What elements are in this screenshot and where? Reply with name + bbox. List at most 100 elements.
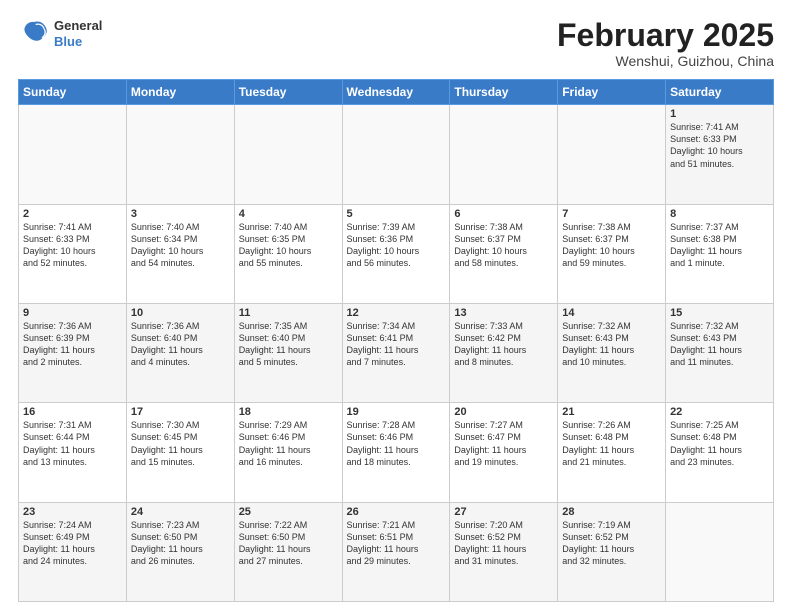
day-cell: 9Sunrise: 7:36 AM Sunset: 6:39 PM Daylig… (19, 303, 127, 402)
day-number: 5 (347, 208, 446, 220)
day-number: 2 (23, 208, 122, 220)
day-number: 26 (347, 506, 446, 518)
day-cell: 27Sunrise: 7:20 AM Sunset: 6:52 PM Dayli… (450, 502, 558, 601)
day-number: 3 (131, 208, 230, 220)
day-info: Sunrise: 7:39 AM Sunset: 6:36 PM Dayligh… (347, 221, 446, 270)
day-cell (450, 105, 558, 204)
day-info: Sunrise: 7:38 AM Sunset: 6:37 PM Dayligh… (454, 221, 553, 270)
day-cell (234, 105, 342, 204)
day-info: Sunrise: 7:41 AM Sunset: 6:33 PM Dayligh… (670, 121, 769, 170)
day-info: Sunrise: 7:40 AM Sunset: 6:34 PM Dayligh… (131, 221, 230, 270)
day-number: 17 (131, 406, 230, 418)
day-info: Sunrise: 7:22 AM Sunset: 6:50 PM Dayligh… (239, 519, 338, 568)
weekday-header-sunday: Sunday (19, 80, 127, 105)
weekday-header-thursday: Thursday (450, 80, 558, 105)
day-cell: 19Sunrise: 7:28 AM Sunset: 6:46 PM Dayli… (342, 403, 450, 502)
logo-line2: Blue (54, 34, 102, 50)
day-info: Sunrise: 7:40 AM Sunset: 6:35 PM Dayligh… (239, 221, 338, 270)
day-cell: 14Sunrise: 7:32 AM Sunset: 6:43 PM Dayli… (558, 303, 666, 402)
day-cell: 2Sunrise: 7:41 AM Sunset: 6:33 PM Daylig… (19, 204, 127, 303)
day-cell: 26Sunrise: 7:21 AM Sunset: 6:51 PM Dayli… (342, 502, 450, 601)
weekday-header-friday: Friday (558, 80, 666, 105)
day-number: 13 (454, 307, 553, 319)
logo-text: General Blue (54, 18, 102, 49)
day-cell: 21Sunrise: 7:26 AM Sunset: 6:48 PM Dayli… (558, 403, 666, 502)
day-info: Sunrise: 7:26 AM Sunset: 6:48 PM Dayligh… (562, 419, 661, 468)
day-info: Sunrise: 7:28 AM Sunset: 6:46 PM Dayligh… (347, 419, 446, 468)
day-number: 27 (454, 506, 553, 518)
weekday-header-tuesday: Tuesday (234, 80, 342, 105)
week-row-3: 16Sunrise: 7:31 AM Sunset: 6:44 PM Dayli… (19, 403, 774, 502)
day-cell: 24Sunrise: 7:23 AM Sunset: 6:50 PM Dayli… (126, 502, 234, 601)
day-cell (666, 502, 774, 601)
logo: General Blue (18, 18, 102, 50)
day-number: 21 (562, 406, 661, 418)
day-cell: 20Sunrise: 7:27 AM Sunset: 6:47 PM Dayli… (450, 403, 558, 502)
page: General Blue February 2025 Wenshui, Guiz… (0, 0, 792, 612)
day-cell: 25Sunrise: 7:22 AM Sunset: 6:50 PM Dayli… (234, 502, 342, 601)
weekday-header-saturday: Saturday (666, 80, 774, 105)
day-info: Sunrise: 7:31 AM Sunset: 6:44 PM Dayligh… (23, 419, 122, 468)
day-number: 4 (239, 208, 338, 220)
day-info: Sunrise: 7:23 AM Sunset: 6:50 PM Dayligh… (131, 519, 230, 568)
weekday-header-row: SundayMondayTuesdayWednesdayThursdayFrid… (19, 80, 774, 105)
day-info: Sunrise: 7:24 AM Sunset: 6:49 PM Dayligh… (23, 519, 122, 568)
month-title: February 2025 (557, 18, 774, 53)
day-number: 24 (131, 506, 230, 518)
day-cell: 13Sunrise: 7:33 AM Sunset: 6:42 PM Dayli… (450, 303, 558, 402)
day-cell: 7Sunrise: 7:38 AM Sunset: 6:37 PM Daylig… (558, 204, 666, 303)
day-number: 8 (670, 208, 769, 220)
day-info: Sunrise: 7:32 AM Sunset: 6:43 PM Dayligh… (562, 320, 661, 369)
day-cell (342, 105, 450, 204)
day-number: 15 (670, 307, 769, 319)
day-cell: 4Sunrise: 7:40 AM Sunset: 6:35 PM Daylig… (234, 204, 342, 303)
day-cell (558, 105, 666, 204)
day-cell: 8Sunrise: 7:37 AM Sunset: 6:38 PM Daylig… (666, 204, 774, 303)
logo-line1: General (54, 18, 102, 34)
day-cell: 1Sunrise: 7:41 AM Sunset: 6:33 PM Daylig… (666, 105, 774, 204)
day-info: Sunrise: 7:36 AM Sunset: 6:40 PM Dayligh… (131, 320, 230, 369)
day-number: 20 (454, 406, 553, 418)
day-number: 9 (23, 307, 122, 319)
day-number: 18 (239, 406, 338, 418)
day-info: Sunrise: 7:33 AM Sunset: 6:42 PM Dayligh… (454, 320, 553, 369)
week-row-1: 2Sunrise: 7:41 AM Sunset: 6:33 PM Daylig… (19, 204, 774, 303)
day-info: Sunrise: 7:20 AM Sunset: 6:52 PM Dayligh… (454, 519, 553, 568)
day-cell: 3Sunrise: 7:40 AM Sunset: 6:34 PM Daylig… (126, 204, 234, 303)
day-cell: 11Sunrise: 7:35 AM Sunset: 6:40 PM Dayli… (234, 303, 342, 402)
day-info: Sunrise: 7:41 AM Sunset: 6:33 PM Dayligh… (23, 221, 122, 270)
day-number: 22 (670, 406, 769, 418)
day-info: Sunrise: 7:19 AM Sunset: 6:52 PM Dayligh… (562, 519, 661, 568)
day-cell: 15Sunrise: 7:32 AM Sunset: 6:43 PM Dayli… (666, 303, 774, 402)
day-info: Sunrise: 7:32 AM Sunset: 6:43 PM Dayligh… (670, 320, 769, 369)
day-number: 16 (23, 406, 122, 418)
day-number: 1 (670, 108, 769, 120)
weekday-header-monday: Monday (126, 80, 234, 105)
day-cell: 17Sunrise: 7:30 AM Sunset: 6:45 PM Dayli… (126, 403, 234, 502)
calendar-table: SundayMondayTuesdayWednesdayThursdayFrid… (18, 79, 774, 602)
header: General Blue February 2025 Wenshui, Guiz… (18, 18, 774, 69)
day-cell: 22Sunrise: 7:25 AM Sunset: 6:48 PM Dayli… (666, 403, 774, 502)
day-number: 25 (239, 506, 338, 518)
day-cell: 6Sunrise: 7:38 AM Sunset: 6:37 PM Daylig… (450, 204, 558, 303)
day-number: 10 (131, 307, 230, 319)
day-info: Sunrise: 7:35 AM Sunset: 6:40 PM Dayligh… (239, 320, 338, 369)
day-cell: 16Sunrise: 7:31 AM Sunset: 6:44 PM Dayli… (19, 403, 127, 502)
day-cell: 12Sunrise: 7:34 AM Sunset: 6:41 PM Dayli… (342, 303, 450, 402)
day-info: Sunrise: 7:34 AM Sunset: 6:41 PM Dayligh… (347, 320, 446, 369)
day-number: 6 (454, 208, 553, 220)
week-row-0: 1Sunrise: 7:41 AM Sunset: 6:33 PM Daylig… (19, 105, 774, 204)
day-cell: 10Sunrise: 7:36 AM Sunset: 6:40 PM Dayli… (126, 303, 234, 402)
day-info: Sunrise: 7:29 AM Sunset: 6:46 PM Dayligh… (239, 419, 338, 468)
title-block: February 2025 Wenshui, Guizhou, China (557, 18, 774, 69)
day-cell: 5Sunrise: 7:39 AM Sunset: 6:36 PM Daylig… (342, 204, 450, 303)
day-number: 14 (562, 307, 661, 319)
day-info: Sunrise: 7:38 AM Sunset: 6:37 PM Dayligh… (562, 221, 661, 270)
day-cell: 18Sunrise: 7:29 AM Sunset: 6:46 PM Dayli… (234, 403, 342, 502)
logo-icon (18, 18, 50, 50)
location: Wenshui, Guizhou, China (557, 53, 774, 69)
day-number: 28 (562, 506, 661, 518)
day-info: Sunrise: 7:30 AM Sunset: 6:45 PM Dayligh… (131, 419, 230, 468)
day-number: 23 (23, 506, 122, 518)
day-info: Sunrise: 7:37 AM Sunset: 6:38 PM Dayligh… (670, 221, 769, 270)
